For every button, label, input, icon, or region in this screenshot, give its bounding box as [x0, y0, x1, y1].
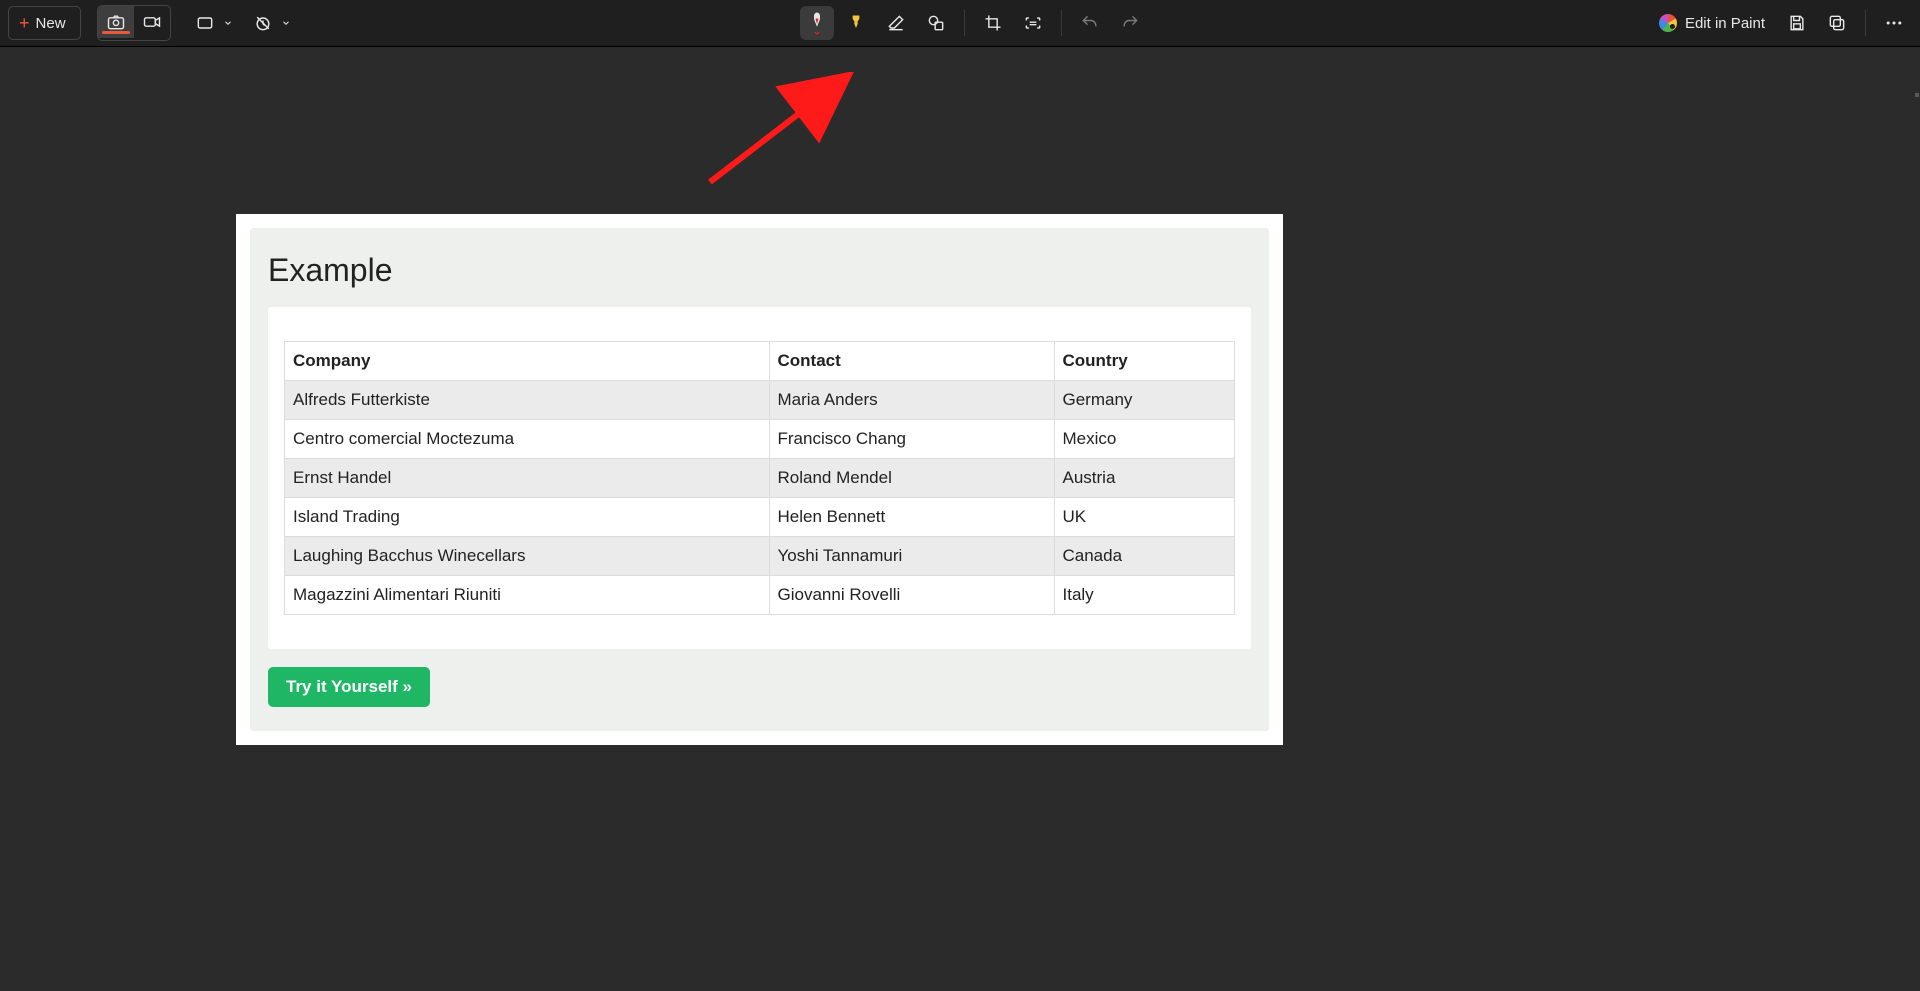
cell-country: Mexico — [1054, 420, 1235, 459]
cell-contact: Maria Anders — [769, 381, 1054, 420]
scrollbar-hint — [1915, 93, 1919, 97]
delay-dropdown[interactable] — [245, 6, 299, 40]
col-country: Country — [1054, 342, 1235, 381]
cell-company: Laughing Bacchus Winecellars — [285, 537, 770, 576]
chevron-down-icon — [223, 18, 233, 28]
try-it-yourself-button[interactable]: Try it Yourself » — [268, 667, 430, 707]
toolbar-divider — [964, 10, 965, 36]
plus-icon: + — [19, 14, 30, 32]
record-mode-button[interactable] — [134, 6, 170, 38]
col-company: Company — [285, 342, 770, 381]
cell-contact: Giovanni Rovelli — [769, 576, 1054, 615]
pen-red-button[interactable] — [800, 6, 834, 40]
undo-button[interactable] — [1072, 6, 1108, 40]
screenshot-mode-button[interactable] — [98, 6, 134, 38]
edit-in-paint-label: Edit in Paint — [1685, 15, 1765, 32]
capture-mode-segment — [97, 5, 171, 41]
cell-country: Italy — [1054, 576, 1235, 615]
text-extract-button[interactable] — [1015, 6, 1051, 40]
new-button[interactable]: + New — [8, 6, 81, 40]
annotation-arrow-icon — [700, 72, 870, 192]
undo-icon — [1080, 13, 1100, 33]
cell-contact: Roland Mendel — [769, 459, 1054, 498]
table-row: Island Trading Helen Bennett UK — [285, 498, 1235, 537]
cell-country: UK — [1054, 498, 1235, 537]
chevron-down-icon — [281, 18, 291, 28]
text-extract-icon — [1023, 13, 1043, 33]
snip-shape-dropdown[interactable] — [187, 6, 241, 40]
table-row: Magazzini Alimentari Riuniti Giovanni Ro… — [285, 576, 1235, 615]
highlighter-button[interactable] — [838, 6, 874, 40]
example-table: Company Contact Country Alfreds Futterki… — [284, 341, 1235, 615]
shapes-icon — [926, 13, 946, 33]
table-row: Centro comercial Moctezuma Francisco Cha… — [285, 420, 1235, 459]
crop-button[interactable] — [975, 6, 1011, 40]
col-contact: Contact — [769, 342, 1054, 381]
table-row: Laughing Bacchus Winecellars Yoshi Tanna… — [285, 537, 1235, 576]
copy-button[interactable] — [1819, 6, 1855, 40]
chevron-down-icon — [812, 29, 822, 37]
cell-contact: Yoshi Tannamuri — [769, 537, 1054, 576]
eraser-button[interactable] — [878, 6, 914, 40]
paint-palette-icon — [1659, 14, 1677, 32]
screenshot-content: Example Company Contact Country — [236, 214, 1283, 745]
cell-country: Canada — [1054, 537, 1235, 576]
example-title: Example — [268, 252, 1251, 289]
table-row: Alfreds Futterkiste Maria Anders Germany — [285, 381, 1235, 420]
app-toolbar: + New — [0, 0, 1920, 47]
redo-icon — [1120, 13, 1140, 33]
toolbar-divider — [1865, 10, 1866, 36]
cell-contact: Francisco Chang — [769, 420, 1054, 459]
pen-icon — [808, 11, 826, 29]
cell-company: Ernst Handel — [285, 459, 770, 498]
example-table-wrap: Company Contact Country Alfreds Futterki… — [268, 307, 1251, 649]
cell-contact: Helen Bennett — [769, 498, 1054, 537]
cell-company: Magazzini Alimentari Riuniti — [285, 576, 770, 615]
table-row: Ernst Handel Roland Mendel Austria — [285, 459, 1235, 498]
more-icon — [1884, 13, 1904, 33]
redo-button[interactable] — [1112, 6, 1148, 40]
copy-icon — [1827, 13, 1847, 33]
edit-in-paint-button[interactable]: Edit in Paint — [1649, 6, 1775, 40]
highlighter-icon — [846, 13, 866, 33]
eraser-icon — [886, 13, 906, 33]
example-card: Example Company Contact Country — [250, 228, 1269, 731]
cell-country: Germany — [1054, 381, 1235, 420]
cell-company: Alfreds Futterkiste — [285, 381, 770, 420]
table-header-row: Company Contact Country — [285, 342, 1235, 381]
canvas-area[interactable]: Example Company Contact Country — [0, 47, 1920, 991]
cell-company: Centro comercial Moctezuma — [285, 420, 770, 459]
save-button[interactable] — [1779, 6, 1815, 40]
active-underline-icon — [102, 31, 130, 34]
crop-icon — [983, 13, 1003, 33]
try-it-yourself-label: Try it Yourself » — [286, 677, 412, 696]
toolbar-divider — [1061, 10, 1062, 36]
cell-company: Island Trading — [285, 498, 770, 537]
new-button-label: New — [36, 15, 66, 32]
save-icon — [1787, 13, 1807, 33]
shapes-button[interactable] — [918, 6, 954, 40]
cell-country: Austria — [1054, 459, 1235, 498]
more-button[interactable] — [1876, 6, 1912, 40]
